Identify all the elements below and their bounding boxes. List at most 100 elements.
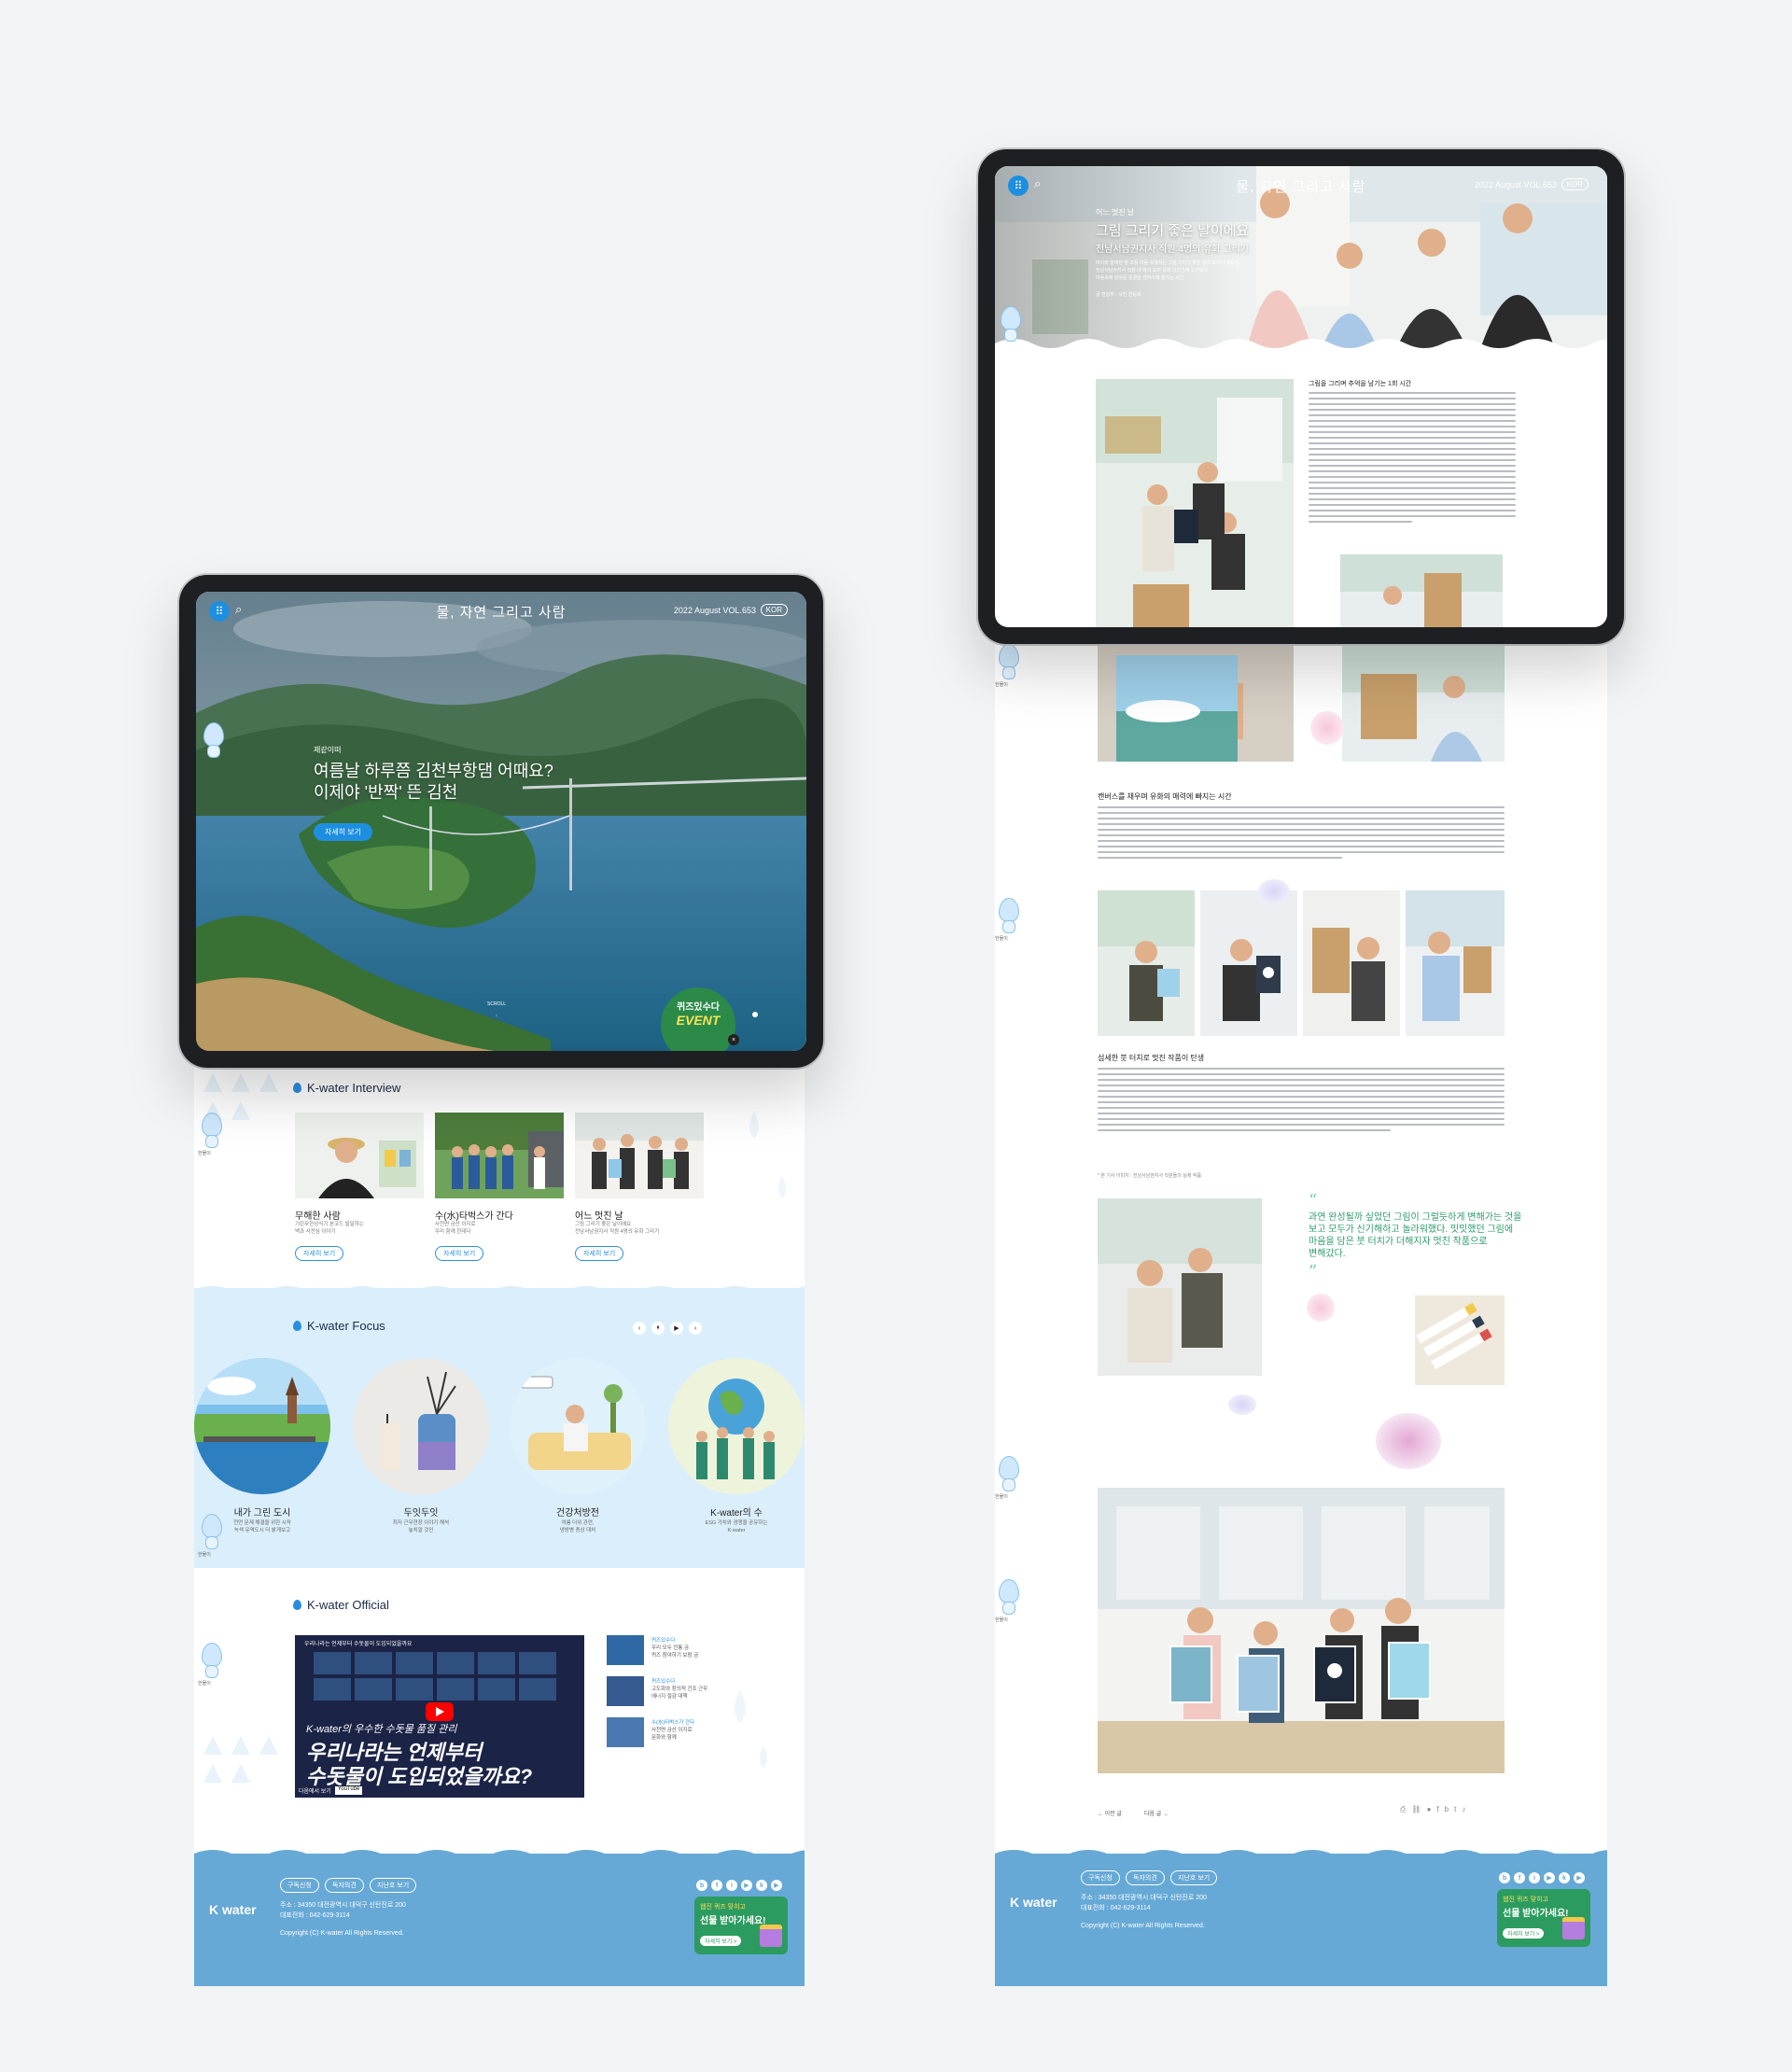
kakao-icon[interactable]: k [1559,1872,1570,1883]
tv-icon[interactable]: ▶ [771,1880,782,1891]
footer-copyright: Copyright (C) K-water All Rights Reserve… [1081,1923,1205,1929]
interview-card-1-image[interactable] [295,1113,424,1198]
facebook-icon[interactable]: f [711,1880,722,1891]
mascot-hanmuri: 한물이 [198,1643,224,1687]
interview-card-3-title[interactable]: 어느 멋진 날 [575,1208,623,1222]
pause-icon[interactable]: ⏸ [651,1322,665,1335]
close-icon[interactable]: × [728,1034,739,1045]
blog-share-icon[interactable]: b [1445,1805,1449,1814]
video-watch-on-youtube[interactable]: 다음에서 보기 YouTube [299,1786,363,1795]
footer-social-links: b f i ▶ k ▶ [1499,1872,1585,1883]
facebook-icon[interactable]: f [1514,1872,1525,1883]
footer-subscribe-link[interactable]: 구독신청 [1081,1870,1120,1885]
app-title[interactable]: 물, 자연 그리고 사람 [436,602,566,622]
interview-card-3-more-button[interactable]: 자세히 보기 [575,1246,624,1261]
next-article-link[interactable]: 다음 글 → [1144,1809,1169,1817]
interview-card-2-more-button[interactable]: 자세히 보기 [435,1246,484,1261]
interview-card-3-image[interactable] [575,1113,704,1198]
article-photo-canvas-sky [1098,646,1294,762]
official-side-item-1-text[interactable]: 퀴즈있수다 우리 모두 전통 금 퀴즈 참여하기 보람 금 [651,1637,698,1659]
earth-and-people-illustration [668,1358,805,1494]
article-photo-paint-tubes [1415,1295,1505,1385]
footer-archive-link[interactable]: 지난호 보기 [370,1878,417,1893]
app-title[interactable]: 물, 자연 그리고 사람 [1236,176,1365,196]
official-side-item-2-image[interactable] [607,1676,644,1706]
footer-feedback-link[interactable]: 독자의견 [1126,1870,1165,1885]
purple-paint-splash [1228,1394,1256,1415]
video-subtitle: K-water의 우수한 수돗물 품질 관리 [306,1724,457,1735]
footer-copyright: Copyright (C) K-water All Rights Reserve… [280,1930,404,1937]
footer-feedback-link[interactable]: 독자의견 [325,1878,364,1893]
interview-card-1-title[interactable]: 무해한 사람 [295,1208,341,1222]
focus-item-3-title[interactable]: 건강처방전 [510,1505,646,1519]
link-icon[interactable]: ⛓ [1411,1805,1421,1814]
focus-item-4-title[interactable]: K-water의 수 [668,1505,805,1519]
interview-card-3-desc: 그림 그리기 좋은 날이에요 전남서남권지사 직원 4명의 유화 그리기 [575,1222,660,1235]
article-app-bar: ⠿ ⌕ 물, 자연 그리고 사람 2022 August VOL.653 KOR [995,166,1607,205]
scroll-indicator[interactable]: SCROLL ↓ [487,999,506,1021]
share-icons: ⎙ ⛓ ● f b t ♪ [1400,1805,1465,1814]
city-lake-illustration [194,1358,330,1494]
hero-category: 제같이떠 [314,746,342,754]
footer-subscribe-link[interactable]: 구독신청 [280,1878,319,1893]
group-photo-outdoor [435,1113,564,1198]
interview-card-1-more-button[interactable]: 자세히 보기 [295,1246,344,1261]
kwater-logo[interactable]: K water [209,1902,257,1917]
interview-card-2-title[interactable]: 수(水)타벅스가 간다 [435,1208,513,1222]
menu-grid-icon[interactable]: ⠿ [1008,175,1029,196]
water-drop-icon [293,1083,301,1093]
interview-section-title: K-water Interview [293,1081,400,1095]
focus-slider-controls: ‹ ⏸ ▶ › [633,1322,702,1335]
interview-card-2-image[interactable] [435,1113,564,1198]
video-top-caption: 우리나라는 언제부터 수돗물이 도입되었을까요 [304,1642,413,1647]
search-icon[interactable]: ⌕ [1034,176,1041,191]
prev-article-link[interactable]: ← 이전 글 [1098,1809,1122,1817]
focus-item-2-image[interactable] [353,1358,489,1494]
hero-headline-2: 이제야 '반짝' 뜬 김천 [314,783,458,802]
article-paragraph-3 [1098,1068,1505,1135]
article-paragraph-2 [1098,806,1505,862]
band-share-icon[interactable]: ♪ [1462,1805,1465,1814]
official-section-title: K-water Official [293,1598,389,1612]
official-video-player[interactable]: 우리나라는 언제부터 수돗물이 도입되었을까요 K-water의 우수한 수돗물… [295,1635,584,1798]
gift-box-icon [1562,1917,1585,1939]
quiz-gift-banner[interactable]: 웹진 퀴즈 맞히고 선물 받아가세요! 자세히 보기 > [1497,1889,1590,1947]
play-icon[interactable]: ▶ [670,1322,683,1335]
print-icon[interactable]: ⎙ [1400,1805,1406,1814]
kwater-logo[interactable]: K water [1010,1895,1057,1910]
menu-grid-icon[interactable]: ⠿ [209,601,230,622]
issue-label: 2022 August VOL.653 [673,606,756,615]
kakao-share-icon[interactable]: ● [1427,1805,1432,1814]
focus-item-2-title[interactable]: 두잇두잇 [353,1505,489,1519]
official-side-item-3-text[interactable]: 수(水)타벅스가 간다 사천면 금산 이지로 문화와 함께 [651,1719,694,1742]
hero-detail-button[interactable]: 자세히 보기 [314,823,373,841]
blog-icon[interactable]: b [696,1880,707,1891]
kakao-icon[interactable]: k [756,1880,767,1891]
blog-icon[interactable]: b [1499,1872,1510,1883]
youtube-icon[interactable]: ▶ [741,1880,752,1891]
quiz-gift-banner[interactable]: 웹진 퀴즈 맞히고 선물 받아가세요! 자세히 보기 > [694,1897,788,1954]
footer-archive-link[interactable]: 지난호 보기 [1170,1870,1218,1885]
focus-item-4-image[interactable] [668,1358,805,1494]
facebook-share-icon[interactable]: f [1436,1805,1438,1814]
site-footer: K water 구독신청 독자의견 지난호 보기 주소 : 34350 대전광역… [194,1850,805,1986]
arrow-down-icon: ↓ [495,1013,498,1018]
official-side-item-1-image[interactable] [607,1635,644,1665]
language-select[interactable]: KOR [760,604,788,616]
search-icon[interactable]: ⌕ [235,602,242,617]
interview-card-1-desc: 기린무한상식기 본코드 발달하는 백과 사전심 이야기 [295,1222,364,1235]
official-side-item-2-text[interactable]: 퀴즈있수다 고도화와 창의적 건조 근무 에너지 절감 대책 [651,1678,707,1701]
focus-item-3-image[interactable] [510,1358,646,1494]
water-drop-icon [293,1600,301,1610]
next-slide-icon[interactable]: › [689,1322,702,1335]
twitter-share-icon[interactable]: t [1454,1805,1456,1814]
focus-item-1-image[interactable] [194,1358,330,1494]
official-side-item-3-image[interactable] [607,1717,644,1747]
tv-icon[interactable]: ▶ [1574,1872,1585,1883]
youtube-icon[interactable]: ▶ [1544,1872,1555,1883]
footer-address: 주소 : 34350 대전광역시 대덕구 신탄진로 200 대표전화 : 042-… [1081,1895,1207,1911]
instagram-icon[interactable]: i [1529,1872,1540,1883]
instagram-icon[interactable]: i [726,1880,737,1891]
language-select[interactable]: KOR [1561,178,1589,190]
prev-slide-icon[interactable]: ‹ [633,1322,646,1335]
